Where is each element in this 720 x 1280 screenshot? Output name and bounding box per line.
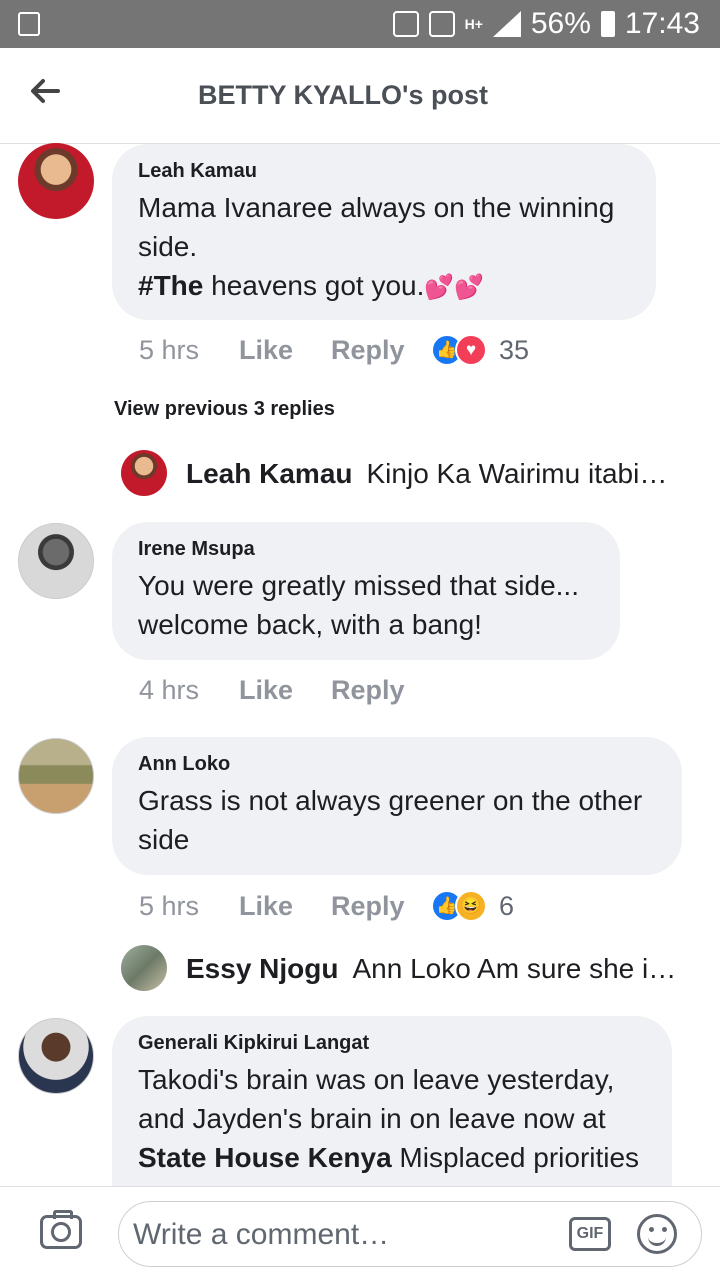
page-title: BETTY KYALLO's post xyxy=(198,80,488,110)
comment-bubble[interactable]: Ann Loko Grass is not always greener on … xyxy=(112,737,682,875)
camera-icon[interactable] xyxy=(40,1210,82,1249)
like-button[interactable]: Like xyxy=(239,335,331,366)
comment-author[interactable]: Generali Kipkirui Langat xyxy=(138,1032,646,1054)
reactions-summary[interactable]: 👍 😆 6 xyxy=(431,890,514,922)
reply-button[interactable]: Reply xyxy=(331,675,431,706)
signal-sim-icon xyxy=(428,11,455,37)
reactions-summary[interactable]: 👍 ♥ 35 xyxy=(431,334,529,366)
comment-input[interactable]: Write a comment… GIF xyxy=(118,1201,702,1267)
reply-button[interactable]: Reply xyxy=(331,335,431,366)
comment-text: Grass is not always greener on the other… xyxy=(138,785,643,855)
like-button[interactable]: Like xyxy=(239,675,331,706)
reaction-count: 6 xyxy=(499,890,515,921)
comment-text-line: Misplaced priorities xyxy=(391,1142,640,1173)
love-reaction-icon: ♥ xyxy=(455,334,487,366)
comment-bubble[interactable]: Irene Msupa You were greatly missed that… xyxy=(112,522,620,660)
hearts-emoji: 💕💕 xyxy=(424,274,485,301)
comment-composer: Write a comment… GIF xyxy=(0,1186,720,1280)
avatar[interactable] xyxy=(121,450,167,496)
signal-icon xyxy=(492,11,521,37)
comment-text: Mama Ivanaree always on the winning side… xyxy=(138,188,630,307)
clock: 17:43 xyxy=(624,7,700,40)
reaction-count: 35 xyxy=(499,334,530,365)
view-previous-replies[interactable]: View previous 3 replies xyxy=(114,398,335,421)
comment-input-placeholder: Write a comment… xyxy=(133,1218,390,1251)
hashtag-link[interactable]: #The xyxy=(138,270,203,301)
reply-text: Ann Loko Am sure she i… xyxy=(352,953,676,984)
comment-text: You were greatly missed that side... wel… xyxy=(138,570,579,640)
comment-text-line: Takodi's brain was on leave yesterday, a… xyxy=(138,1064,615,1134)
reply-text: Kinjo Ka Wairimu itabi… xyxy=(366,458,668,489)
comment-actions: 5 hrs Like Reply 👍 ♥ 35 xyxy=(139,334,529,366)
comment-actions: 5 hrs Like Reply 👍 😆 6 xyxy=(139,890,514,922)
like-button[interactable]: Like xyxy=(239,891,331,922)
avatar[interactable] xyxy=(18,738,94,814)
comment-time: 5 hrs xyxy=(139,334,200,365)
comment-text-line: heavens got you. xyxy=(203,270,425,301)
status-bar: H+ 56% 17:43 xyxy=(0,0,720,48)
page-tag-link[interactable]: State House Kenya xyxy=(138,1142,392,1173)
reply-preview[interactable]: Leah Kamau Kinjo Ka Wairimu itabi… xyxy=(186,458,676,490)
notification-icon xyxy=(18,12,40,36)
haha-reaction-icon: 😆 xyxy=(455,890,487,922)
gif-button[interactable]: GIF xyxy=(569,1217,611,1251)
avatar[interactable] xyxy=(18,143,94,219)
call-icon xyxy=(392,11,419,37)
avatar[interactable] xyxy=(121,945,167,991)
status-bar-right: H+ 56% 17:43 xyxy=(392,0,700,48)
top-bar: BETTY KYALLO's post xyxy=(0,48,720,144)
comment-author[interactable]: Ann Loko xyxy=(138,753,656,775)
battery-percent: 56% xyxy=(530,7,591,40)
comment-text: Takodi's brain was on leave yesterday, a… xyxy=(138,1060,646,1177)
avatar[interactable] xyxy=(18,523,94,599)
reply-preview[interactable]: Essy Njogu Ann Loko Am sure she i… xyxy=(186,953,676,985)
reply-button[interactable]: Reply xyxy=(331,891,431,922)
emoji-icon[interactable] xyxy=(637,1214,677,1254)
comment-time: 4 hrs xyxy=(139,675,200,705)
battery-icon xyxy=(600,11,615,37)
comment-author[interactable]: Leah Kamau xyxy=(138,160,630,182)
reply-author[interactable]: Leah Kamau xyxy=(186,458,353,490)
comment-author[interactable]: Irene Msupa xyxy=(138,538,594,560)
network-type: H+ xyxy=(464,16,483,32)
comment-actions: 4 hrs Like Reply xyxy=(139,675,431,706)
comment-bubble[interactable]: Leah Kamau Mama Ivanaree always on the w… xyxy=(112,144,656,320)
reply-author[interactable]: Essy Njogu xyxy=(186,953,338,985)
avatar[interactable] xyxy=(18,1018,94,1094)
comment-time: 5 hrs xyxy=(139,890,200,921)
comment-text-line: Mama Ivanaree always on the winning side… xyxy=(138,192,615,262)
